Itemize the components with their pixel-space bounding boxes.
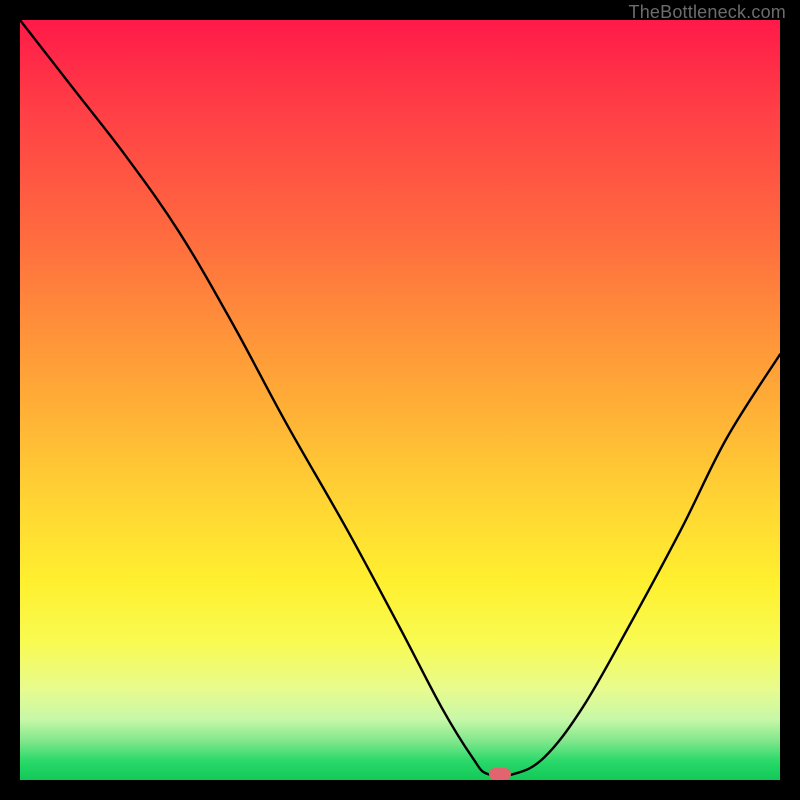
watermark-text: TheBottleneck.com [629,2,786,23]
bottleneck-curve [20,20,780,780]
chart-container: TheBottleneck.com [0,0,800,800]
plot-area [20,20,780,780]
optimal-point-marker [489,768,511,780]
